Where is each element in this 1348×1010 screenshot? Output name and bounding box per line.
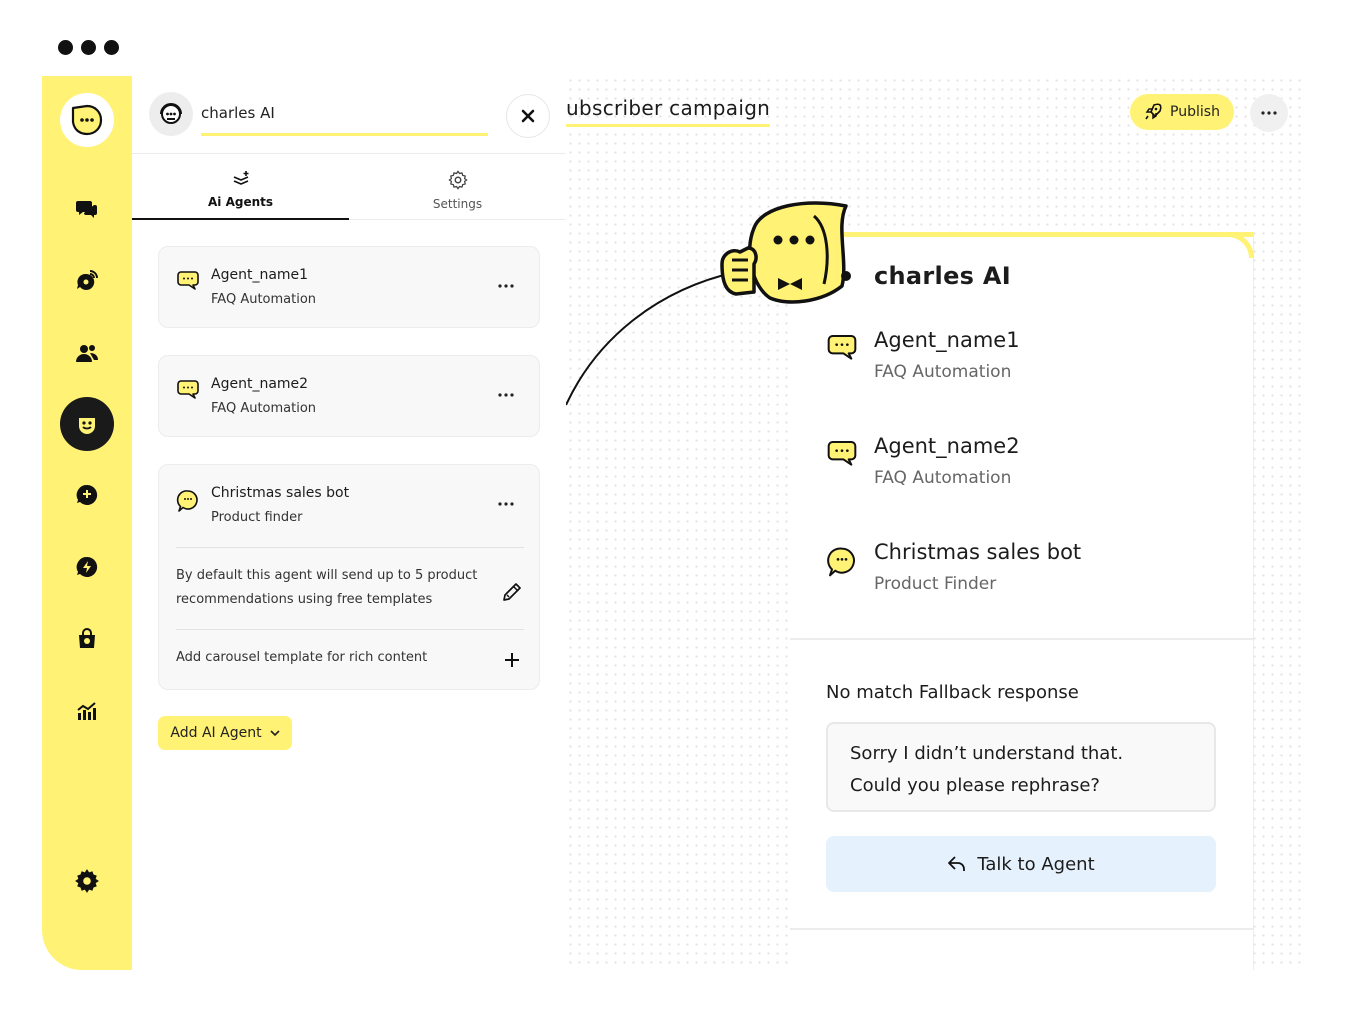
add-ai-agent-button[interactable]: Add AI Agent: [158, 716, 292, 750]
add-carousel-button[interactable]: [497, 645, 527, 675]
lightning-chat-icon: [76, 556, 98, 577]
node-agent-name: Agent_name2: [874, 434, 1020, 458]
reply-arrow-icon: [948, 856, 966, 871]
agent-type: FAQ Automation: [211, 292, 317, 307]
add-ai-agent-label: Add AI Agent: [170, 725, 262, 741]
node-agent-type: FAQ Automation: [874, 362, 1012, 382]
fallback-line: Sorry I didn’t understand that.: [850, 743, 1124, 764]
edit-description-button[interactable]: [497, 577, 527, 607]
canvas-more-button[interactable]: [1250, 94, 1288, 132]
analytics-chart-icon: [77, 702, 96, 720]
contacts-icon: [76, 345, 98, 362]
sidebar-item-analytics[interactable]: [60, 684, 114, 738]
broadcast-icon: [77, 270, 98, 290]
talk-to-agent-button[interactable]: Talk to Agent: [826, 836, 1216, 892]
panel-tabs: Ai Agents Settings: [132, 154, 566, 220]
agent-more-button[interactable]: [491, 271, 521, 301]
gear-icon: [448, 170, 467, 190]
window-controls: [58, 40, 119, 55]
faq-chat-icon: [827, 335, 857, 360]
product-finder-chat-icon: [827, 547, 855, 577]
bot-headset-icon: [160, 103, 182, 124]
sidebar-item-chats[interactable]: [60, 182, 114, 236]
product-finder-chat-icon: [176, 490, 198, 512]
sidebar-item-contacts[interactable]: [60, 326, 114, 380]
faq-chat-icon: [177, 271, 199, 290]
close-icon: [521, 109, 535, 123]
tab-label: Settings: [432, 197, 483, 211]
fallback-line: Could you please rephrase?: [850, 775, 1100, 796]
node-agent-name: Agent_name1: [874, 328, 1020, 352]
publish-label: Publish: [1170, 104, 1220, 120]
logo-bubble-icon: [71, 104, 103, 136]
node-divider: [790, 638, 1254, 640]
plus-icon: [505, 653, 519, 667]
fallback-response-box[interactable]: Sorry I didn’t understand that. Could yo…: [826, 722, 1216, 812]
chevron-down-icon: [270, 729, 280, 736]
pencil-icon: [503, 583, 521, 601]
app-logo[interactable]: [60, 93, 114, 147]
node-divider: [790, 928, 1254, 930]
node-agent-type: FAQ Automation: [874, 468, 1012, 488]
sidebar-item-broadcast[interactable]: [60, 254, 114, 308]
agent-more-button[interactable]: [491, 380, 521, 410]
publish-button[interactable]: Publish: [1130, 94, 1234, 130]
rocket-icon: [1145, 103, 1162, 120]
agent-name: Christmas sales bot: [211, 485, 350, 501]
bot-name-input[interactable]: [201, 98, 488, 136]
bot-face-icon: [79, 418, 95, 434]
card-divider: [176, 629, 524, 630]
mascot-icon: [720, 201, 851, 304]
campaign-title[interactable]: ubscriber campaign: [566, 96, 771, 127]
node-agent-type: Product Finder: [874, 574, 997, 594]
window-dot: [81, 40, 96, 55]
chat-bubbles-icon: [76, 201, 97, 218]
agent-panel: Ai Agents Settings Agent_name1 FAQ Autom…: [132, 76, 566, 970]
sidebar-item-new-flow[interactable]: [60, 468, 114, 522]
faq-chat-icon: [827, 441, 857, 466]
shopping-bag-icon: [79, 628, 95, 648]
agent-type: FAQ Automation: [211, 401, 317, 416]
agent-card[interactable]: Agent_name2 FAQ Automation: [158, 355, 540, 437]
sidebar-item-automations[interactable]: [60, 540, 114, 594]
tab-label: Ai Agents: [207, 195, 273, 209]
talk-to-agent-label: Talk to Agent: [977, 853, 1095, 875]
more-dots-icon: [498, 393, 514, 397]
window-dot: [104, 40, 119, 55]
faq-chat-icon: [177, 380, 199, 399]
bot-avatar: [149, 92, 193, 136]
card-divider: [176, 547, 524, 548]
tab-ai-agents[interactable]: Ai Agents: [132, 154, 349, 220]
agent-name: Agent_name2: [211, 376, 309, 392]
sidebar-item-store[interactable]: [60, 612, 114, 666]
agent-card[interactable]: Agent_name1 FAQ Automation: [158, 246, 540, 328]
agent-description: By default this agent will send up to 5 …: [176, 568, 478, 607]
node-title: charles AI: [874, 262, 1011, 290]
agent-name: Agent_name1: [211, 267, 309, 283]
add-carousel-label: Add carousel template for rich content: [176, 650, 428, 665]
add-chat-icon: [76, 484, 98, 505]
panel-header: [132, 76, 566, 154]
sidebar-item-ai-agents[interactable]: [60, 397, 114, 451]
close-panel-button[interactable]: [506, 94, 550, 138]
agents-stack-icon: [233, 171, 248, 185]
tab-settings[interactable]: Settings: [349, 154, 566, 220]
more-dots-icon: [498, 284, 514, 288]
gear-icon: [75, 869, 99, 893]
agent-type: Product finder: [211, 510, 303, 525]
more-dots-icon: [1261, 111, 1277, 115]
sidebar-item-settings[interactable]: [60, 854, 114, 908]
fallback-label: No match Fallback response: [826, 682, 1079, 703]
more-dots-icon: [498, 502, 514, 506]
agent-more-button[interactable]: [491, 489, 521, 519]
agent-card-expanded[interactable]: Christmas sales bot Product finder By de…: [158, 464, 540, 690]
node-agent-name: Christmas sales bot: [874, 540, 1082, 564]
window-dot: [58, 40, 73, 55]
app-sidebar: [42, 76, 132, 970]
